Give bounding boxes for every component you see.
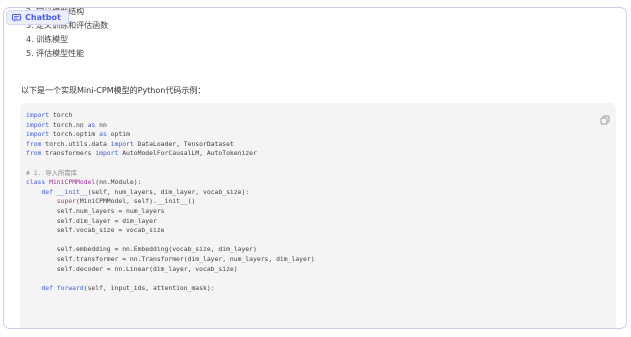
code-token: torch.nn	[49, 120, 88, 129]
code-token-kw: def	[41, 187, 53, 196]
code-token: AutoModelForCausalLM, AutoTokenizer	[118, 149, 257, 158]
code-token-kw: import	[110, 139, 134, 148]
code-token: self.decoder = nn.Linear(dim_layer, voca…	[56, 264, 238, 273]
code-token: self.transformer = nn.Transformer(dim_la…	[56, 254, 315, 263]
chatbot-label-chip: Chatbot	[6, 10, 69, 25]
code-token-kw: import	[26, 111, 50, 119]
code-line: super(MiniCPMModel, self).__init__()	[26, 197, 315, 207]
code-token: torch.utils.data	[41, 139, 111, 148]
code-line: self.num_layers = num_layers	[26, 207, 315, 217]
code-token-kw: class	[26, 178, 46, 187]
code-line: import torch	[26, 111, 315, 121]
chatbot-label: Chatbot	[25, 13, 61, 22]
code-token: (nn.Module):	[95, 178, 142, 187]
code-line: self.embedding = nn.Embedding(vocab_size…	[26, 245, 315, 255]
code-token-kw: from	[26, 149, 42, 158]
code-line: import torch.nn as nn	[26, 121, 315, 131]
code-line: from torch.utils.data import DataLoader,…	[26, 140, 315, 150]
code-token: torch.optim	[49, 130, 100, 139]
code-token-kw: as	[99, 130, 107, 139]
code-token: torch	[49, 111, 73, 119]
code-token-fn: __init__	[56, 187, 88, 196]
code-line: import torch.optim as optim	[26, 130, 315, 140]
code-line: self.dim_layer = dim_layer	[26, 217, 315, 227]
code-line: def __init__(self, num_layers, dim_layer…	[26, 188, 315, 198]
code-token: nn	[95, 120, 107, 129]
chatbot-panel: Chatbot 2. 定义模型结构 3. 定义训练和评估函数 4. 训练模型 5…	[3, 7, 627, 329]
code-token-kw: import	[95, 149, 119, 158]
code-token-kw: import	[26, 120, 50, 129]
code-line: self.decoder = nn.Linear(dim_layer, voca…	[26, 265, 315, 275]
code-content: import torch import torch.nn as nn import …	[26, 111, 315, 293]
code-line: class MiniCPMModel(nn.Module):	[26, 178, 315, 188]
chat-bubble-icon	[12, 13, 21, 22]
code-line: def forward(self, input_ids, attention_m…	[26, 284, 315, 294]
code-token: DataLoader, TensorDataset	[133, 139, 234, 148]
code-token-fn: forward	[56, 283, 84, 292]
code-token: self.dim_layer = dim_layer	[56, 216, 157, 225]
code-token-mod: MiniCPMModel	[49, 178, 96, 187]
code-token-kw: import	[26, 130, 50, 139]
code-token: optim	[106, 130, 130, 139]
code-line: self.vocab_size = vocab_size	[26, 226, 315, 236]
code-token: (MiniCPMModel, self).__init__()	[76, 197, 196, 206]
code-block: import torch import torch.nn as nn import …	[20, 103, 616, 328]
code-line: # 1. 导入所需库	[26, 169, 315, 179]
code-comment: # 1. 导入所需库	[26, 168, 78, 177]
list-item: 5. 评估模型性能	[26, 49, 85, 58]
code-token: self.vocab_size = vocab_size	[56, 226, 165, 235]
code-line: from transformers import AutoModelForCau…	[26, 149, 315, 159]
code-token: self.num_layers = num_layers	[56, 206, 165, 215]
code-token: self.embedding = nn.Embedding(vocab_size…	[56, 245, 257, 254]
code-token-kw: def	[41, 283, 53, 292]
code-token: (self, input_ids, attention_mask):	[83, 283, 215, 292]
code-token-mod: super	[56, 197, 77, 206]
list-item: 4. 训练模型	[26, 35, 69, 44]
intro-text: 以下是一个实现Mini-CPM模型的Python代码示例：	[21, 86, 206, 95]
code-line: self.transformer = nn.Transformer(dim_la…	[26, 255, 315, 265]
code-token: transformers	[41, 149, 96, 158]
code-token-kw: from	[26, 139, 42, 148]
code-token: (self, num_layers, dim_layer, vocab_size…	[87, 187, 250, 196]
copy-icon[interactable]	[600, 110, 610, 125]
